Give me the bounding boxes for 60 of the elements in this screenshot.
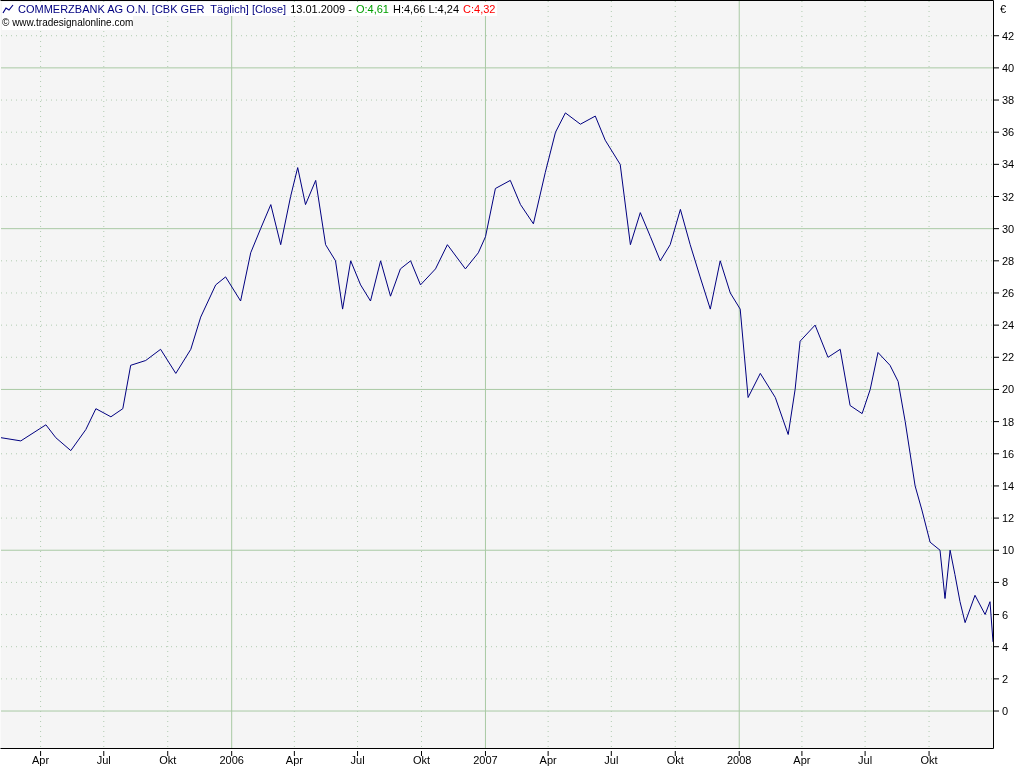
y-axis-label: 12 [1002, 512, 1015, 525]
x-axis-label: 2007 [473, 754, 498, 766]
y-axis-label: 16 [1002, 447, 1015, 460]
y-axis-label: 26 [1002, 287, 1015, 299]
title-text: O:4,61 [355, 2, 389, 16]
tick-mark [738, 750, 740, 757]
tick-mark [928, 750, 930, 757]
y-axis-label: 0 [1002, 705, 1009, 717]
x-axis-label: Okt [412, 754, 431, 766]
tick-mark [864, 750, 866, 757]
x-axis-label: Apr [32, 754, 50, 766]
tick-mark [357, 750, 359, 757]
x-axis-label: Jul [604, 754, 619, 766]
copyright-text: © www.tradesignalonline.com [2, 16, 134, 30]
x-axis-label: Okt [920, 754, 938, 766]
currency-label: € [1000, 3, 1007, 15]
y-axis-label: 36 [1002, 126, 1015, 139]
y-axis-label: 18 [1002, 415, 1015, 428]
x-axis-label: 2006 [219, 754, 244, 766]
tick-mark [231, 750, 233, 757]
title-text: C:4,32 [463, 2, 496, 16]
y-axis-label: 2 [1002, 672, 1009, 685]
x-axis-label: Jul [96, 754, 111, 766]
y-axis-label: 6 [1002, 608, 1009, 621]
x-axis-label: Jul [350, 754, 365, 766]
y-axis-label: 8 [1002, 576, 1009, 589]
y-axis-label: 42 [1002, 29, 1015, 42]
tick-mark [40, 750, 42, 757]
tick-mark [293, 750, 295, 757]
y-axis-label: 4 [1002, 640, 1009, 653]
tick-mark [610, 750, 612, 757]
y-axis-label: 28 [1002, 254, 1015, 267]
tick-mark [421, 750, 422, 757]
y-axis-label: 20 [1002, 383, 1015, 396]
y-axis-label: 30 [1002, 222, 1015, 235]
y-axis-label: 32 [1002, 190, 1015, 203]
x-axis-label: Apr [285, 754, 303, 766]
y-axis-label: 40 [1002, 61, 1015, 74]
tick-mark [547, 750, 549, 757]
y-axis-label: 22 [1002, 351, 1015, 364]
title-text: H:4,66 L:4,24 [392, 2, 459, 16]
x-axis-label: Okt [159, 754, 177, 766]
x-axis-label: Jul [858, 754, 873, 766]
title-text: COMMERZBANK AG O.N. [CBK GER Täglich] [Close] [18, 2, 287, 16]
tick-mark [167, 750, 169, 757]
tick-mark [801, 750, 803, 757]
tick-mark [103, 750, 105, 757]
tick-mark [484, 750, 486, 757]
title-text: 13.01.2009 - [290, 2, 352, 16]
x-axis-label: Okt [666, 754, 684, 766]
tick-mark [674, 750, 676, 757]
x-axis-label: Apr [539, 754, 557, 766]
line-chart-icon [2, 4, 14, 14]
x-axis-label: 2008 [727, 754, 752, 766]
y-axis-label: 34 [1002, 158, 1015, 171]
y-axis-label: 10 [1002, 544, 1015, 557]
y-axis-label: 14 [1002, 479, 1015, 492]
y-axis-label: 24 [1002, 319, 1015, 332]
x-axis-label: Apr [793, 754, 811, 766]
y-axis-label: 38 [1002, 94, 1015, 107]
